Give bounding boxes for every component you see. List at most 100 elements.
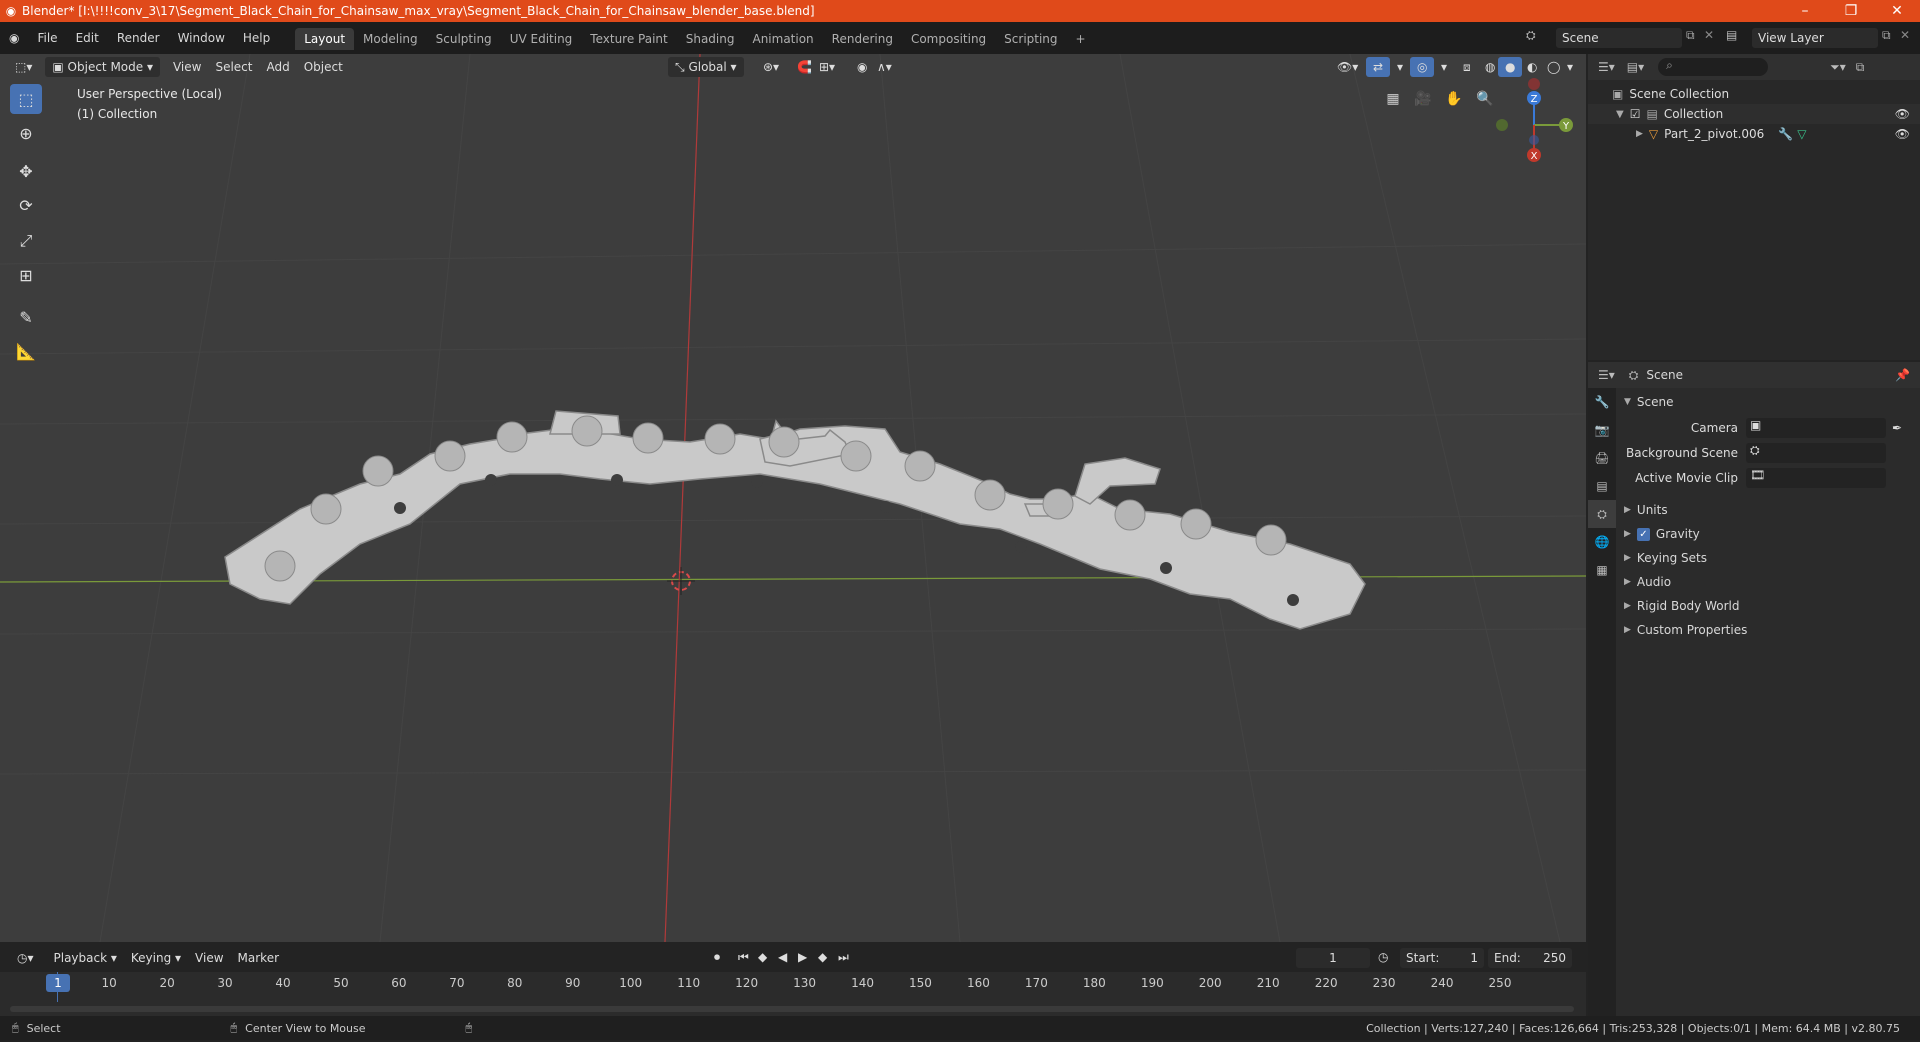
camera-view-icon[interactable]: 🎥	[1410, 86, 1436, 112]
collection-visibility-icon[interactable]: 👁	[1895, 107, 1910, 121]
tab-rendering[interactable]: Rendering	[823, 28, 902, 50]
timeline-ruler[interactable]: 10 20 30 40 50 60 70 80 90 100 110 120 130 140 150 160 1…	[0, 972, 1586, 998]
units-panel-header[interactable]: ▶ Units	[1616, 498, 1920, 522]
transform-tool-icon[interactable]: ⊞	[10, 260, 42, 290]
play-reverse-icon[interactable]: ◀	[778, 950, 787, 964]
world-tab-icon[interactable]: 🌐	[1588, 528, 1616, 556]
outliner-row-scene-collection[interactable]: ▣ Scene Collection	[1588, 84, 1920, 104]
active-movie-clip-field[interactable]: 🎞	[1746, 468, 1886, 488]
modifier-icon[interactable]: 🔧	[1778, 127, 1793, 141]
add-workspace-button[interactable]: +	[1067, 28, 1095, 50]
tab-animation[interactable]: Animation	[743, 28, 822, 50]
jump-start-icon[interactable]: ⏮	[738, 950, 749, 965]
start-frame-field[interactable]: Start: 1	[1400, 948, 1484, 968]
annotate-tool-icon[interactable]: ✎	[10, 302, 42, 332]
new-collection-icon[interactable]: ⧉	[1856, 60, 1865, 75]
overlay-toggle-icon[interactable]: ◎	[1410, 57, 1435, 77]
rotate-tool-icon[interactable]: ⟳	[10, 190, 42, 220]
output-tab-icon[interactable]: 🖨	[1588, 444, 1616, 472]
solid-shading-icon[interactable]: ●	[1498, 57, 1523, 77]
timeline-menu-keying[interactable]: Keying ▾	[124, 948, 188, 968]
viewport-menu-object[interactable]: Object	[297, 57, 350, 77]
render-tab-icon[interactable]: 📷	[1588, 416, 1616, 444]
viewport-menu-view[interactable]: View	[166, 57, 208, 77]
close-button[interactable]: ✕	[1874, 0, 1920, 22]
tab-compositing[interactable]: Compositing	[902, 28, 995, 50]
select-box-tool-icon[interactable]: ⬚	[10, 84, 42, 114]
keying-sets-panel-header[interactable]: ▶ Keying Sets	[1616, 546, 1920, 570]
expand-object-icon[interactable]: ▶	[1636, 129, 1643, 139]
texture-tab-icon[interactable]: ▦	[1588, 556, 1616, 584]
end-frame-field[interactable]: End: 250	[1488, 948, 1572, 968]
menu-edit[interactable]: Edit	[67, 22, 108, 54]
view-layer-icon[interactable]: ▤	[1726, 28, 1737, 42]
menu-window[interactable]: Window	[169, 22, 234, 54]
view-layer-field[interactable]: View Layer	[1752, 28, 1878, 48]
cursor-tool-icon[interactable]: ⊕	[10, 118, 42, 148]
overlay-dropdown-icon[interactable]: ▾	[1434, 57, 1454, 77]
custom-properties-panel-header[interactable]: ▶ Custom Properties	[1616, 618, 1920, 642]
delete-view-layer-icon[interactable]: ✕	[1900, 28, 1910, 42]
pivot-point-icon[interactable]: ⊛▾	[756, 57, 786, 77]
menu-help[interactable]: Help	[234, 22, 279, 54]
tab-layout[interactable]: Layout	[295, 28, 355, 50]
timeline-editor-type-icon[interactable]: ◷▾	[10, 948, 41, 968]
proportional-falloff-icon[interactable]: ∧▾	[870, 57, 899, 77]
navigation-gizmo[interactable]: Z Y X	[1496, 78, 1573, 162]
scene-field[interactable]: Scene	[1556, 28, 1682, 48]
transform-orientation-selector[interactable]: ⤡ Global ▾	[668, 57, 744, 77]
background-scene-field[interactable]: ⛭	[1746, 443, 1886, 463]
new-view-layer-icon[interactable]: ⧉	[1882, 28, 1891, 43]
properties-editor-type-icon[interactable]: ☰▾	[1598, 368, 1615, 382]
timeline-scrollbar[interactable]	[10, 1006, 1574, 1012]
current-frame-field[interactable]: 1	[1296, 948, 1370, 968]
scene-tab-icon[interactable]: ⛭	[1588, 500, 1616, 528]
viewport-menu-select[interactable]: Select	[208, 57, 259, 77]
editor-type-icon[interactable]: ⬚▾	[8, 57, 39, 77]
3d-cursor[interactable]	[667, 567, 695, 595]
scale-tool-icon[interactable]: ⤢	[10, 226, 42, 256]
menu-render[interactable]: Render	[108, 22, 169, 54]
collection-checkbox-icon[interactable]: ☑	[1630, 107, 1641, 121]
outliner-search-input[interactable]: ⌕	[1658, 58, 1769, 76]
gravity-panel-header[interactable]: ▶ ✓ Gravity	[1616, 522, 1920, 546]
tab-uv-editing[interactable]: UV Editing	[501, 28, 582, 50]
visibility-icon[interactable]: 👁▾	[1330, 57, 1365, 77]
scene-selector-icon[interactable]: ⛭	[1526, 28, 1536, 43]
preview-range-icon[interactable]: ◷	[1378, 950, 1388, 964]
next-keyframe-icon[interactable]: ◆	[818, 950, 827, 964]
menu-file[interactable]: File	[28, 22, 66, 54]
tool-tab-icon[interactable]: 🔧	[1588, 388, 1616, 416]
pan-view-icon[interactable]: ✋	[1441, 86, 1467, 112]
outliner-row-object[interactable]: ▶ ▽ Part_2_pivot.006 🔧 ▽ 👁	[1588, 124, 1920, 144]
zoom-view-icon[interactable]: 🔍	[1472, 86, 1498, 112]
timeline-menu-marker[interactable]: Marker	[231, 948, 286, 968]
scene-panel-header[interactable]: ▼ Scene	[1616, 390, 1920, 414]
view-layer-tab-icon[interactable]: ▤	[1588, 472, 1616, 500]
tab-sculpting[interactable]: Sculpting	[427, 28, 501, 50]
maximize-button[interactable]: ❐	[1828, 0, 1874, 22]
pin-icon[interactable]: 📌	[1895, 368, 1910, 382]
display-mode-icon[interactable]: ▤▾	[1627, 60, 1644, 74]
viewport-menu-add[interactable]: Add	[260, 57, 297, 77]
outliner-editor-type-icon[interactable]: ☰▾	[1598, 60, 1615, 74]
viewport-scene[interactable]: Z Y X	[0, 54, 1586, 942]
timeline-menu-view[interactable]: View	[188, 948, 230, 968]
jump-end-icon[interactable]: ⏭	[838, 950, 849, 965]
new-scene-icon[interactable]: ⧉	[1686, 28, 1695, 43]
record-icon[interactable]: ⏺	[714, 950, 720, 965]
snap-target-icon[interactable]: ⊞▾	[812, 57, 842, 77]
eyedropper-icon[interactable]: ✒	[1892, 421, 1902, 435]
delete-scene-icon[interactable]: ✕	[1704, 28, 1714, 42]
measure-tool-icon[interactable]: 📐	[10, 336, 42, 366]
mesh-data-icon[interactable]: ▽	[1797, 127, 1806, 141]
tab-modeling[interactable]: Modeling	[354, 28, 427, 50]
gravity-checkbox[interactable]: ✓	[1636, 527, 1650, 541]
blender-menu-icon[interactable]: ◉	[0, 22, 28, 54]
camera-field[interactable]: ▣	[1746, 418, 1886, 438]
rigid-body-world-panel-header[interactable]: ▶ Rigid Body World	[1616, 594, 1920, 618]
outliner-row-collection[interactable]: ▼ ☑ ▤ Collection 👁	[1588, 104, 1920, 124]
timeline-menu-playback[interactable]: Playback ▾	[47, 948, 124, 968]
tab-scripting[interactable]: Scripting	[995, 28, 1066, 50]
gizmo-toggle-icon[interactable]: ⇄	[1366, 57, 1391, 77]
